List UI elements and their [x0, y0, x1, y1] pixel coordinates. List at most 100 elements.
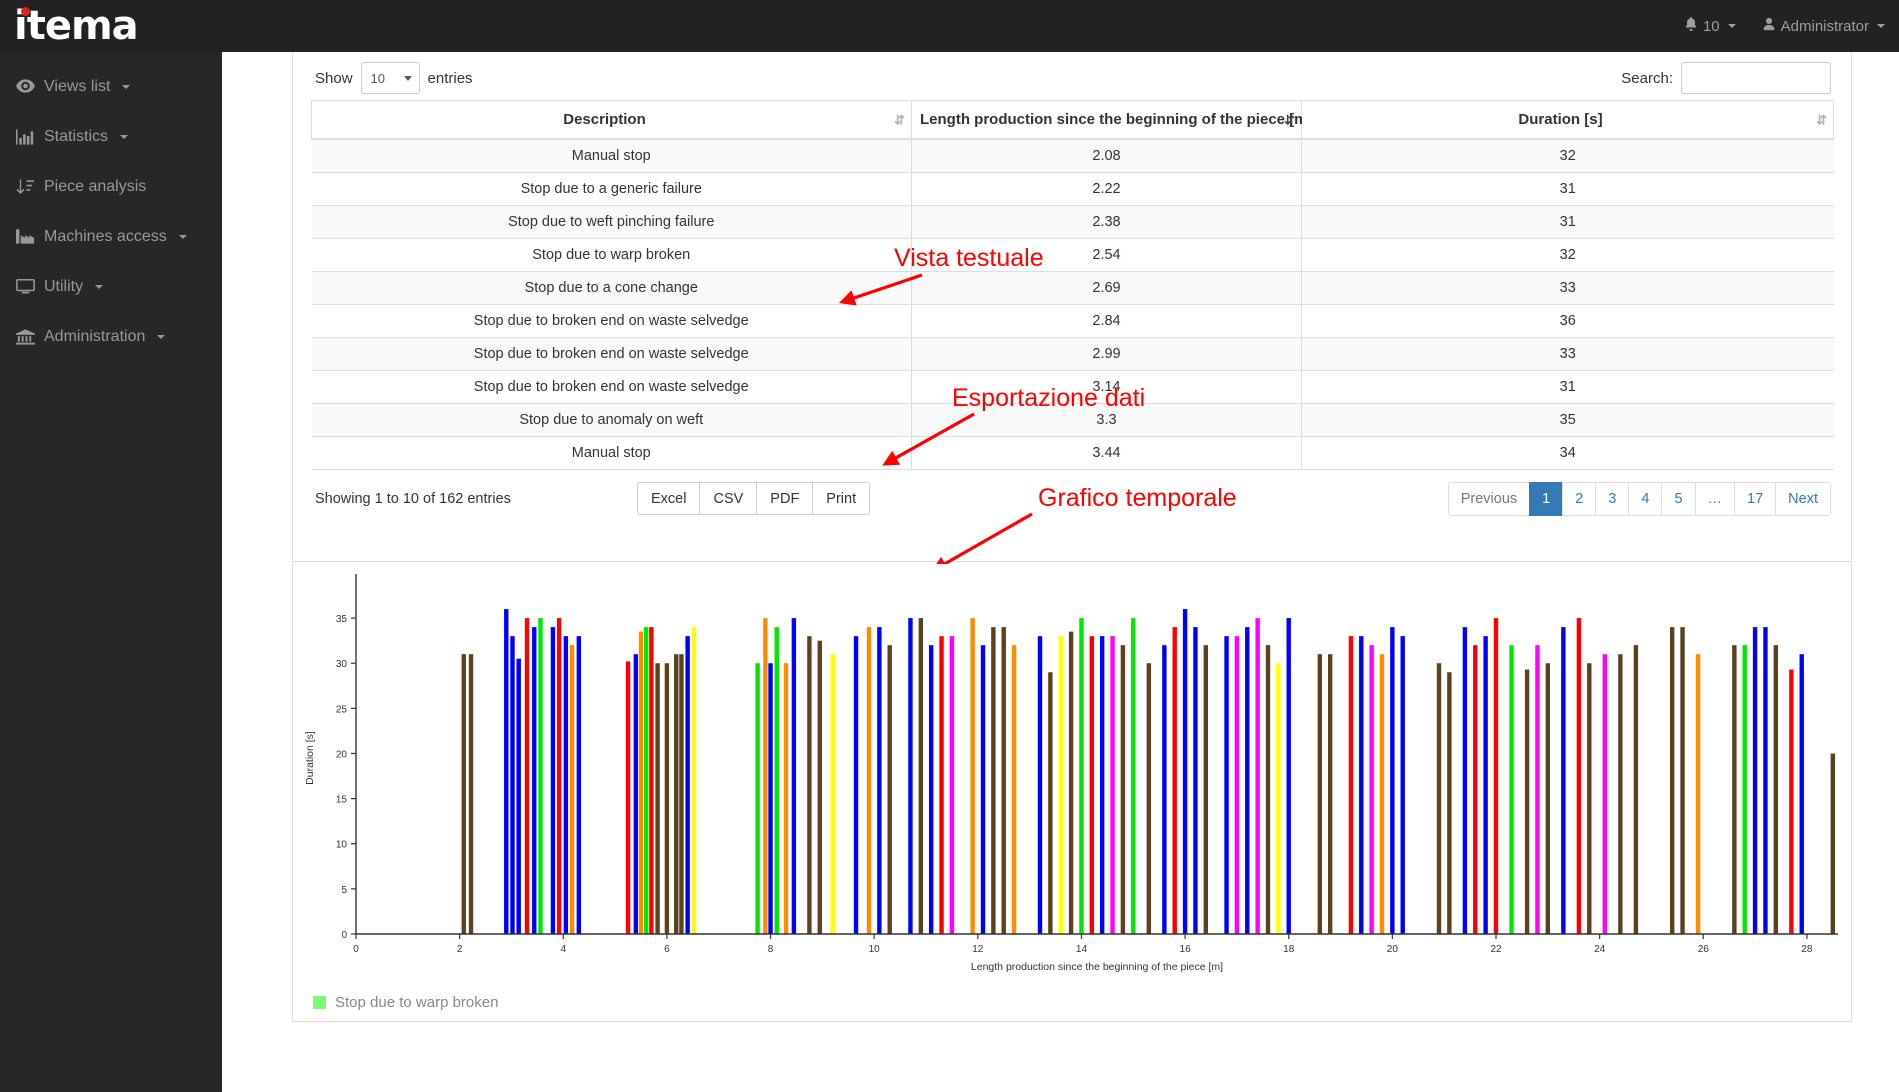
chart-bar[interactable] — [510, 636, 515, 934]
chart-bar[interactable] — [887, 645, 892, 934]
col-header-description[interactable]: Description ⇵ — [311, 100, 912, 140]
chart-bar[interactable] — [1509, 645, 1514, 934]
chart-bar[interactable] — [1830, 753, 1836, 934]
chart-bar[interactable] — [1089, 636, 1095, 934]
chart-bar[interactable] — [1079, 618, 1084, 934]
search-input[interactable] — [1681, 62, 1831, 94]
chart-bar[interactable] — [1535, 645, 1540, 934]
export-pdf-button[interactable]: PDF — [756, 482, 814, 515]
chart-bar[interactable] — [638, 631, 644, 934]
chart-bar[interactable] — [556, 618, 562, 934]
table-row[interactable]: Stop due to broken end on waste selvedge… — [311, 370, 1834, 404]
chart-bar[interactable] — [524, 618, 530, 934]
table-row[interactable]: Stop due to a cone change 2.69 33 — [311, 271, 1834, 305]
chart-bar[interactable] — [516, 658, 521, 934]
pagination-page-5[interactable]: 5 — [1661, 482, 1696, 516]
chart-bar[interactable] — [679, 654, 684, 934]
chart-bar[interactable] — [1390, 627, 1395, 934]
chart-bar[interactable] — [1203, 645, 1209, 934]
chart-bar[interactable] — [1400, 636, 1405, 934]
chart-bar[interactable] — [980, 645, 986, 934]
chart-bar[interactable] — [1193, 627, 1198, 934]
chart-bar[interactable] — [1447, 672, 1452, 934]
chart-bar[interactable] — [1618, 654, 1623, 934]
chart-bar[interactable] — [791, 618, 797, 934]
col-header-duration[interactable]: Duration [s] ⇵ — [1301, 100, 1834, 140]
chart-bar[interactable] — [468, 654, 474, 934]
table-row[interactable]: Stop due to weft pinching failure 2.38 31 — [311, 205, 1834, 239]
chart-bar[interactable] — [1483, 636, 1488, 934]
chart-bar[interactable] — [853, 636, 859, 934]
chart-bar[interactable] — [1255, 618, 1260, 934]
chart-bar[interactable] — [1561, 627, 1566, 934]
chart-bar[interactable] — [1037, 636, 1043, 934]
chart-bar[interactable] — [1587, 663, 1592, 934]
sidebar-item-machines-access[interactable]: Machines access — [0, 212, 222, 262]
chart-bar[interactable] — [755, 663, 760, 934]
chart-bar[interactable] — [1110, 636, 1115, 934]
chart-bar[interactable] — [807, 636, 812, 934]
chart-bar[interactable] — [1068, 631, 1074, 934]
pagination-previous[interactable]: Previous — [1447, 482, 1531, 516]
table-row[interactable]: Stop due to warp broken 2.54 32 — [311, 238, 1834, 272]
chart-bar[interactable] — [1669, 627, 1675, 934]
export-excel-button[interactable]: Excel — [637, 482, 701, 515]
chart-bar[interactable] — [939, 636, 944, 934]
user-menu[interactable]: Administrator — [1762, 16, 1885, 36]
chart-bar[interactable] — [1379, 654, 1385, 934]
notifications-menu[interactable]: 10 — [1684, 16, 1736, 36]
chart-bar[interactable] — [877, 627, 882, 934]
pagination-page-3[interactable]: 3 — [1595, 482, 1630, 516]
chart-bar[interactable] — [649, 627, 654, 934]
sidebar-item-administration[interactable]: Administration — [0, 312, 222, 362]
chart-bar[interactable] — [1146, 663, 1152, 934]
chart-bar[interactable] — [538, 618, 543, 934]
chart-bar[interactable] — [1773, 645, 1779, 934]
sidebar-item-views-list[interactable]: Views list — [0, 62, 222, 112]
pagination-page-1[interactable]: 1 — [1529, 482, 1564, 516]
chart-bar[interactable] — [1276, 663, 1281, 934]
sidebar-item-piece-analysis[interactable]: Piece analysis — [0, 162, 222, 212]
chart-bar[interactable] — [532, 627, 537, 934]
chart-bar[interactable] — [1162, 645, 1167, 934]
chart-bar[interactable] — [763, 618, 768, 934]
chart-bar[interactable] — [918, 618, 924, 934]
chart-bar[interactable] — [768, 663, 773, 934]
chart-bar[interactable] — [685, 636, 690, 934]
app-logo[interactable]: itema — [14, 2, 139, 50]
chart-bar[interactable] — [1099, 636, 1105, 934]
chart-bar[interactable] — [866, 627, 872, 934]
chart-bar[interactable] — [774, 627, 779, 934]
sidebar-item-statistics[interactable]: Statistics — [0, 112, 222, 162]
col-header-length[interactable]: Length production since the beginning of… — [911, 100, 1313, 140]
table-row[interactable]: Stop due to broken end on waste selvedge… — [311, 304, 1834, 338]
chart-bar[interactable] — [1234, 636, 1240, 934]
chart-bar[interactable] — [1799, 654, 1804, 934]
table-row[interactable]: Stop due to anomaly on weft 3.3 35 — [311, 403, 1834, 437]
chart-bar[interactable] — [633, 654, 639, 934]
legend-item[interactable]: Stop due to warp broken — [313, 994, 498, 1011]
sidebar-item-utility[interactable]: Utility — [0, 262, 222, 312]
table-row[interactable]: Manual stop 3.44 34 — [311, 436, 1834, 470]
chart-bar[interactable] — [461, 654, 466, 934]
chart-bar[interactable] — [1001, 627, 1006, 934]
chart-bar[interactable] — [1265, 645, 1271, 934]
chart-bar[interactable] — [949, 636, 955, 934]
chart-bar[interactable] — [783, 663, 789, 934]
chart-bar[interactable] — [1576, 618, 1582, 934]
chart-bar[interactable] — [1359, 636, 1364, 934]
chart-bar[interactable] — [1058, 636, 1063, 934]
chart-bar[interactable] — [550, 627, 556, 934]
chart-bar[interactable] — [1789, 669, 1794, 934]
chart-bar[interactable] — [674, 654, 679, 934]
chart-bar[interactable] — [1545, 663, 1551, 934]
chart-bar[interactable] — [1633, 645, 1639, 934]
chart-bar[interactable] — [908, 618, 913, 934]
chart-bar[interactable] — [1048, 672, 1053, 934]
pagination-page-2[interactable]: 2 — [1562, 482, 1597, 516]
table-row[interactable]: Stop due to broken end on waste selvedge… — [311, 337, 1834, 371]
chart-bar[interactable] — [1763, 627, 1768, 934]
chart-bar[interactable] — [1732, 645, 1737, 934]
chart-bar[interactable] — [928, 645, 934, 934]
chart-bar[interactable] — [1369, 645, 1374, 934]
